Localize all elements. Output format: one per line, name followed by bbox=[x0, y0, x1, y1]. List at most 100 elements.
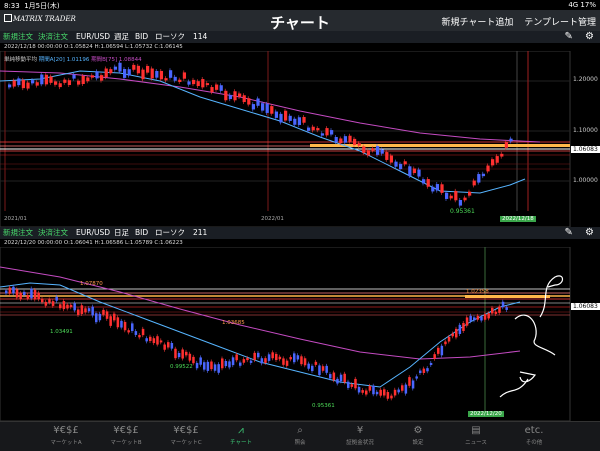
candle-body bbox=[293, 353, 296, 363]
candle-body bbox=[91, 306, 94, 316]
daily-chart[interactable]: 1.07870 1.03685 1.02358 1.03491 0.99522 … bbox=[0, 247, 600, 421]
new-order-button[interactable]: 新規注文 bbox=[3, 227, 33, 239]
candle-body bbox=[95, 313, 98, 323]
candle-body bbox=[494, 311, 498, 314]
close-order-button[interactable]: 決済注文 bbox=[38, 227, 68, 239]
candle-body bbox=[477, 174, 481, 183]
candle-body bbox=[375, 391, 379, 395]
candle-body bbox=[385, 152, 389, 160]
period-select[interactable]: 週足 bbox=[114, 31, 129, 43]
nav-settings[interactable]: ⚙ 設定 bbox=[388, 424, 448, 446]
style-select[interactable]: ローソク bbox=[155, 227, 185, 239]
ma-legend: 単純移動平均 期間A[20] 1.01196 期間B[75] 1.08844 bbox=[4, 57, 142, 63]
candle-body bbox=[242, 95, 246, 103]
nav-margin[interactable]: ¥ 証拠金状況 bbox=[330, 424, 390, 446]
candle-body bbox=[463, 197, 467, 201]
candle-body bbox=[213, 364, 217, 371]
candle-body bbox=[284, 110, 288, 121]
candle-body bbox=[257, 352, 260, 358]
nav-market-c[interactable]: ¥€$£ マーケットC bbox=[156, 424, 216, 446]
nav-market-b[interactable]: ¥€$£ マーケットB bbox=[96, 424, 156, 446]
candle-body bbox=[8, 84, 12, 88]
candle-body bbox=[35, 82, 39, 86]
etc-icon: etc. bbox=[524, 425, 544, 436]
candle-body bbox=[426, 368, 429, 372]
candle-body bbox=[174, 348, 177, 359]
nav-other[interactable]: etc. その他 bbox=[504, 424, 564, 446]
candle-body bbox=[339, 138, 343, 144]
candle-body bbox=[408, 166, 412, 177]
ohlc-readout: 2022/12/20 00:00:00 O:1.06041 H:1.06586 … bbox=[4, 240, 183, 246]
candle-body bbox=[318, 365, 321, 376]
pencil-icon[interactable]: ✎ bbox=[564, 31, 572, 42]
candle-body bbox=[412, 168, 417, 174]
candle-body bbox=[480, 316, 483, 321]
candle-body bbox=[185, 351, 188, 356]
candle-body bbox=[408, 377, 411, 386]
gear-icon[interactable]: ⚙ bbox=[585, 227, 594, 238]
bottom-nav: ¥€$£ マーケットA ¥€$£ マーケットB ¥€$£ マーケットC ⩘ チャ… bbox=[0, 421, 600, 451]
candle-body bbox=[353, 138, 357, 145]
candle-body bbox=[458, 200, 463, 206]
candle-body bbox=[440, 184, 444, 193]
currency-icon: ¥€$£ bbox=[173, 425, 199, 436]
count-value[interactable]: 114 bbox=[193, 31, 207, 43]
nav-news[interactable]: ▤ ニュース bbox=[446, 424, 506, 446]
candle-body bbox=[376, 146, 380, 155]
candle-body bbox=[321, 366, 325, 371]
side-select[interactable]: BID bbox=[135, 227, 148, 239]
candle-body bbox=[182, 72, 187, 79]
pencil-icon[interactable]: ✎ bbox=[564, 227, 572, 238]
app-bar: MATRIX TRADER チャート 新規チャート追加 テンプレート管理 bbox=[0, 10, 600, 32]
candle-body bbox=[473, 317, 476, 321]
candle-body bbox=[289, 357, 292, 360]
candle-body bbox=[23, 291, 26, 296]
high-label: 1.02358 bbox=[466, 289, 489, 295]
weekly-chart[interactable]: 0.95361 bbox=[0, 51, 600, 227]
candle-body bbox=[435, 184, 440, 191]
nav-market-a[interactable]: ¥€$£ マーケットA bbox=[36, 424, 96, 446]
candle-body bbox=[192, 356, 195, 364]
candle-body bbox=[357, 143, 361, 146]
style-select[interactable]: ローソク bbox=[155, 31, 185, 43]
candle-body bbox=[26, 295, 30, 299]
low-label: 0.95361 bbox=[312, 403, 335, 409]
candle-body bbox=[113, 313, 116, 321]
candle-body bbox=[233, 91, 237, 101]
new-order-button[interactable]: 新規注文 bbox=[3, 31, 33, 43]
candle-body bbox=[462, 323, 465, 331]
candle-body bbox=[228, 361, 231, 368]
template-manage-button[interactable]: テンプレート管理 bbox=[524, 18, 596, 28]
period-select[interactable]: 日足 bbox=[114, 227, 129, 239]
candle-body bbox=[86, 77, 90, 82]
side-select[interactable]: BID bbox=[135, 31, 148, 43]
candle-body bbox=[228, 94, 233, 100]
count-value[interactable]: 211 bbox=[193, 227, 207, 239]
candle-body bbox=[102, 309, 105, 315]
candle-body bbox=[300, 356, 303, 365]
candle-body bbox=[437, 347, 440, 354]
candle-body bbox=[141, 328, 145, 336]
pair-select[interactable]: EUR/USD bbox=[76, 31, 110, 43]
price-label: 1.20000 bbox=[573, 76, 598, 83]
x-axis-label: 2022/01 bbox=[261, 216, 284, 222]
nav-inquiry[interactable]: ⌕ 照会 bbox=[270, 424, 330, 446]
candle-body bbox=[329, 374, 332, 379]
candle-body bbox=[159, 70, 164, 80]
candle-body bbox=[19, 293, 22, 300]
candle-body bbox=[320, 133, 325, 136]
currency-icon: ¥€$£ bbox=[113, 425, 139, 436]
nav-chart[interactable]: ⩘ チャート bbox=[211, 424, 271, 446]
candle-body bbox=[354, 378, 357, 389]
low-label: 1.03491 bbox=[50, 329, 73, 335]
close-order-button[interactable]: 決済注文 bbox=[38, 31, 68, 43]
gear-icon[interactable]: ⚙ bbox=[585, 31, 594, 42]
pair-select[interactable]: EUR/USD bbox=[76, 227, 110, 239]
candle-body bbox=[372, 385, 375, 395]
search-icon: ⌕ bbox=[297, 425, 303, 436]
candle-body bbox=[390, 395, 393, 399]
candle-body bbox=[146, 65, 150, 73]
current-price-tag: 1.06083 bbox=[571, 303, 600, 310]
add-chart-button[interactable]: 新規チャート追加 bbox=[441, 18, 513, 28]
candle-body bbox=[132, 64, 136, 70]
